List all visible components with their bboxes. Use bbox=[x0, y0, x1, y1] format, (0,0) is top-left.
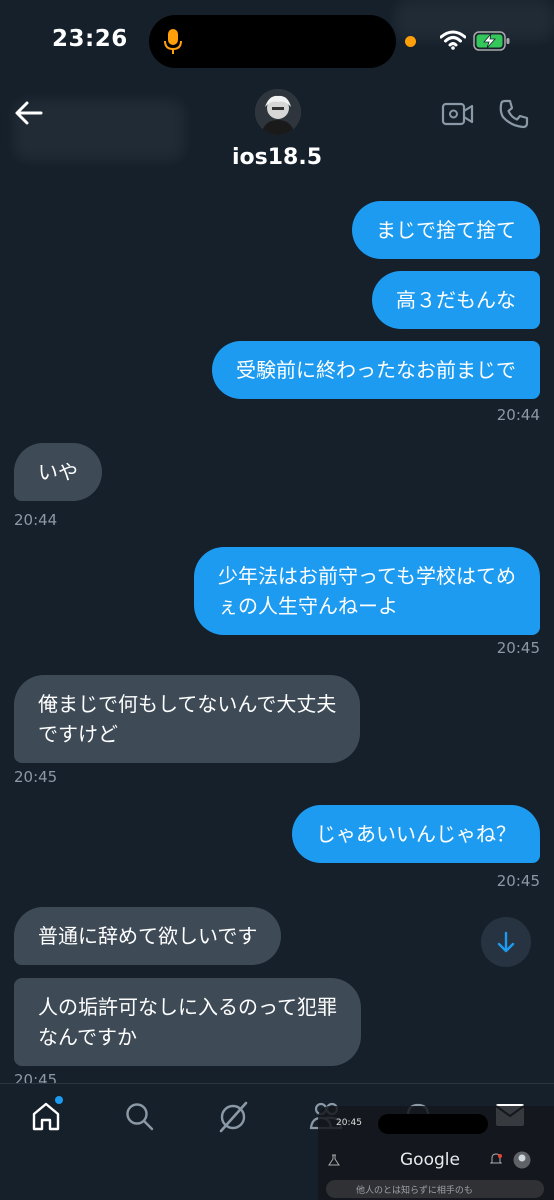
status-bar: 23:26 bbox=[0, 0, 554, 84]
pip-dynamic-island bbox=[378, 1114, 488, 1134]
back-arrow-icon[interactable] bbox=[12, 96, 46, 130]
sent-message[interactable]: 少年法はお前守っても学校はてめ ぇの人生守んねーよ bbox=[194, 547, 540, 635]
message-line: ですけど bbox=[38, 722, 118, 746]
phone-call-icon[interactable] bbox=[498, 98, 530, 130]
avatar[interactable] bbox=[255, 89, 301, 135]
sent-message[interactable]: まじで捨て捨て bbox=[352, 201, 540, 259]
video-call-icon[interactable] bbox=[441, 99, 475, 129]
pip-avatar-icon bbox=[513, 1151, 531, 1169]
message-timestamp: 20:45 bbox=[14, 768, 58, 786]
pip-search-input[interactable]: 他人のとは知らずに相手のも bbox=[326, 1180, 544, 1198]
pip-status-time: 20:45 bbox=[336, 1118, 362, 1128]
message-line: 少年法はお前守っても学校はてめ bbox=[218, 564, 516, 588]
picture-in-picture-overlay[interactable]: 20:45 Google 他人のとは知らずに相手のも bbox=[318, 1106, 554, 1200]
message-line: 人の垢許可なしに入るのって犯罪 bbox=[38, 995, 337, 1019]
scroll-to-bottom-button[interactable] bbox=[481, 917, 531, 967]
received-message[interactable]: いや bbox=[14, 443, 102, 501]
message-line: なんですか bbox=[38, 1025, 137, 1049]
privacy-indicator-dot bbox=[405, 36, 416, 47]
arrow-down-icon bbox=[497, 931, 515, 953]
home-notification-dot bbox=[55, 1096, 63, 1104]
microphone-icon bbox=[164, 29, 182, 54]
sent-message[interactable]: 高３だもんな bbox=[372, 271, 540, 329]
sent-message[interactable]: じゃあいいんじゃね？ bbox=[292, 805, 540, 863]
message-line: 俺まじで何もしてないんで大丈夫 bbox=[38, 692, 337, 716]
dynamic-island bbox=[149, 15, 396, 68]
status-time: 23:26 bbox=[52, 26, 128, 52]
message-line: ぇの人生守んねーよ bbox=[218, 594, 398, 618]
wifi-icon bbox=[440, 30, 466, 50]
home-icon[interactable] bbox=[30, 1100, 62, 1132]
message-timestamp: 20:45 bbox=[496, 872, 540, 890]
search-icon[interactable] bbox=[123, 1100, 155, 1132]
message-timestamp: 20:45 bbox=[496, 639, 540, 657]
message-timestamp: 20:44 bbox=[496, 406, 540, 424]
received-message[interactable]: 普通に辞めて欲しいです bbox=[14, 907, 282, 965]
pip-bell-icon bbox=[490, 1153, 502, 1164]
received-message[interactable]: 俺まじで何もしてないんで大丈夫 ですけど bbox=[14, 675, 361, 763]
grok-icon[interactable] bbox=[216, 1100, 250, 1134]
sent-message[interactable]: 受験前に終わったなお前まじで bbox=[212, 341, 540, 399]
conversation-title: ios18.5 bbox=[231, 145, 323, 170]
battery-charging-icon bbox=[473, 31, 510, 51]
message-timestamp: 20:44 bbox=[14, 511, 58, 529]
pip-flask-icon bbox=[328, 1154, 340, 1166]
pip-google-logo: Google bbox=[400, 1150, 460, 1170]
received-message[interactable]: 人の垢許可なしに入るのって犯罪 なんですか bbox=[14, 978, 361, 1066]
